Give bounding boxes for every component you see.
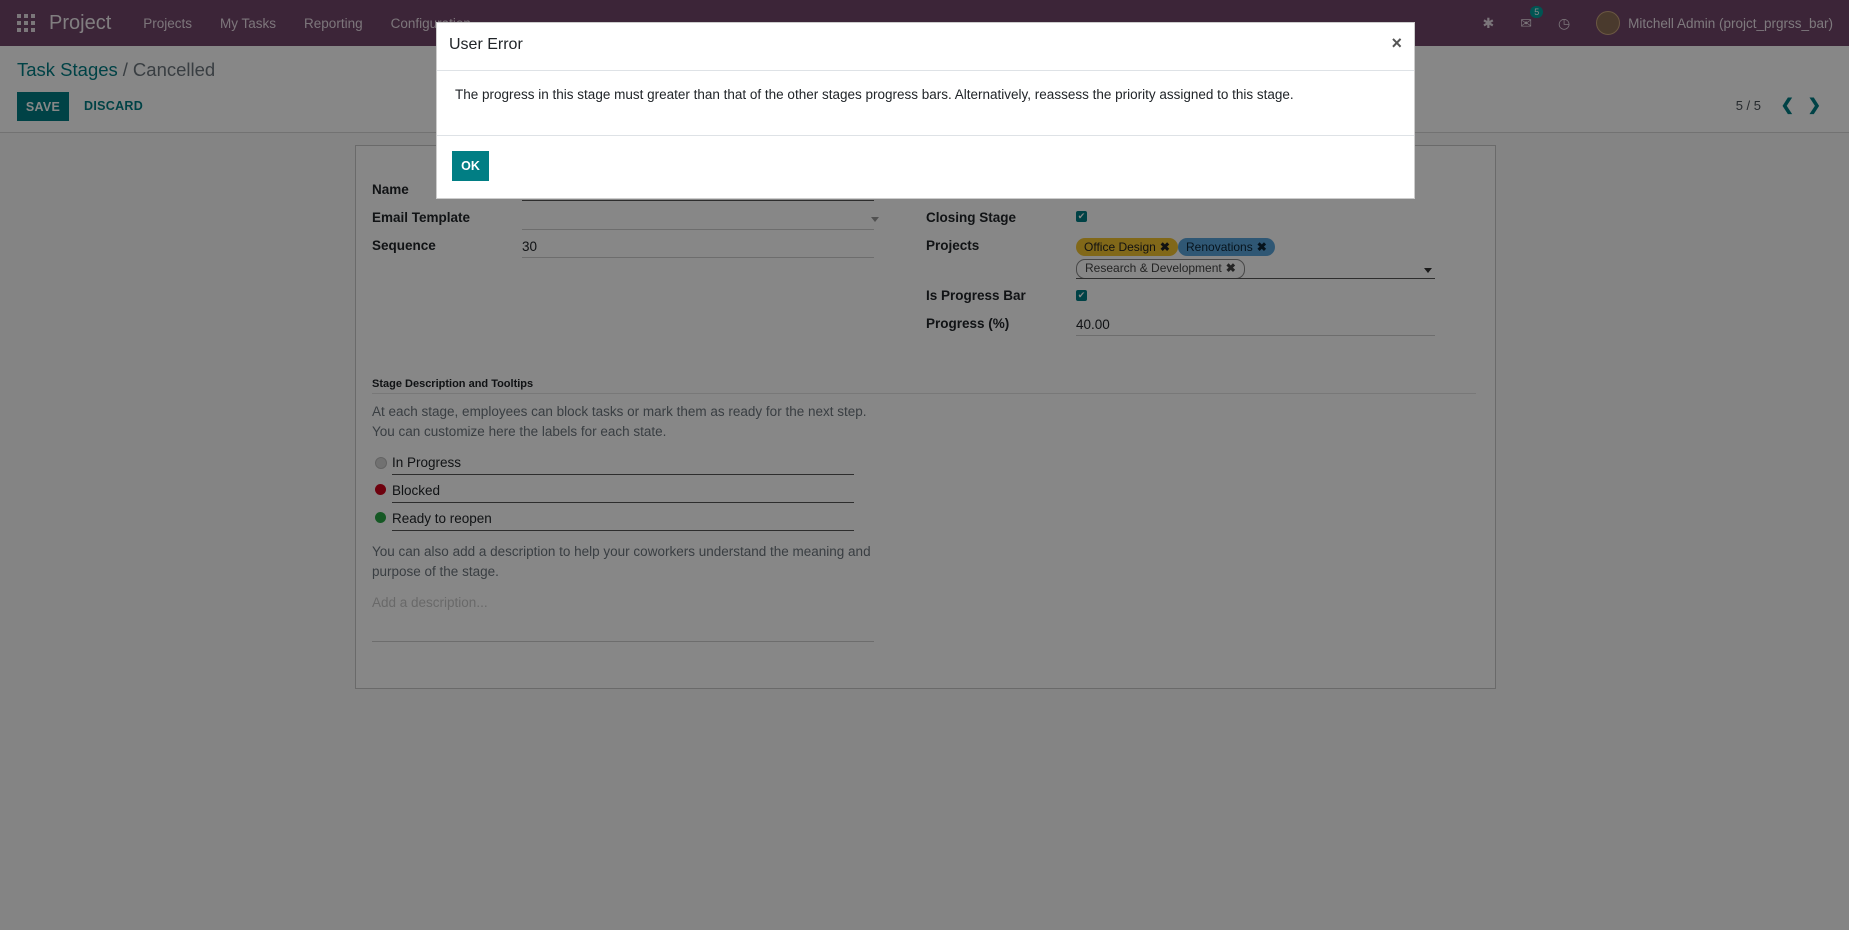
user-error-dialog: User Error × The progress in this stage … xyxy=(436,22,1415,199)
dialog-message: The progress in this stage must greater … xyxy=(455,87,1294,102)
ok-button[interactable]: OK xyxy=(452,151,489,181)
dialog-footer xyxy=(437,135,1414,136)
dialog-header: User Error × xyxy=(437,23,1414,71)
close-icon[interactable]: × xyxy=(1391,33,1402,54)
dialog-title: User Error xyxy=(449,36,523,53)
